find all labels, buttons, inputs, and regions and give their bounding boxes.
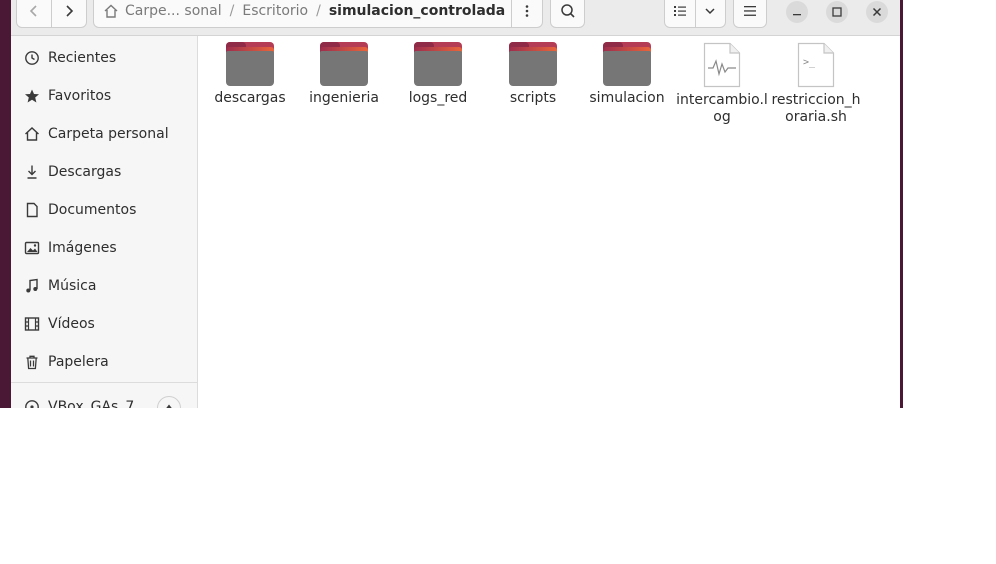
sidebar-item-papelera[interactable]: Papelera bbox=[11, 343, 197, 381]
image-icon bbox=[22, 240, 42, 256]
minimize-button[interactable] bbox=[786, 1, 808, 23]
chevron-down-icon bbox=[705, 8, 715, 15]
sidebar-item-label: Música bbox=[48, 278, 97, 294]
sidebar-item-carpeta-personal[interactable]: Carpeta personal bbox=[11, 115, 197, 153]
maximize-icon bbox=[832, 7, 842, 17]
eject-icon bbox=[166, 404, 172, 408]
disc-icon bbox=[22, 399, 42, 408]
navigation-buttons bbox=[16, 0, 87, 28]
folder-icon bbox=[320, 42, 368, 86]
sidebar-item-label: Documentos bbox=[48, 202, 137, 218]
sidebar-item-label: Imágenes bbox=[48, 240, 117, 256]
folder-icon bbox=[226, 42, 274, 86]
back-button[interactable] bbox=[17, 0, 51, 27]
file-name: intercambio.log bbox=[676, 92, 768, 125]
chevron-left-icon bbox=[29, 5, 37, 17]
search-button[interactable] bbox=[550, 0, 585, 28]
close-button[interactable] bbox=[866, 1, 888, 23]
script-file-icon: >_ bbox=[797, 42, 835, 88]
trash-icon bbox=[22, 354, 42, 370]
path-separator: / bbox=[316, 3, 321, 19]
sidebar-item-musica[interactable]: Música bbox=[11, 267, 197, 305]
file-view: descargas ingenieria logs_red scripts si… bbox=[198, 36, 900, 408]
header-bar: Carpe... sonal / Escritorio / simulacion… bbox=[11, 0, 900, 36]
list-view-button[interactable] bbox=[665, 0, 695, 27]
sidebar-item-label: VBox_GAs_7 bbox=[48, 399, 135, 408]
file-item-folder[interactable]: scripts bbox=[487, 42, 579, 107]
hamburger-menu-icon bbox=[744, 6, 756, 16]
file-name: logs_red bbox=[408, 90, 468, 106]
file-item-folder[interactable]: ingenieria bbox=[298, 42, 390, 107]
download-icon bbox=[22, 164, 42, 180]
sidebar-item-label: Carpeta personal bbox=[48, 126, 169, 142]
file-item-folder[interactable]: descargas bbox=[204, 42, 296, 107]
sidebar-item-imagenes[interactable]: Imágenes bbox=[11, 229, 197, 267]
home-icon[interactable] bbox=[103, 3, 119, 19]
log-file-icon bbox=[703, 42, 741, 88]
file-name: scripts bbox=[509, 90, 557, 106]
folder-icon bbox=[414, 42, 462, 86]
script-icon-glyph: >_ bbox=[803, 57, 816, 68]
file-item-folder[interactable]: logs_red bbox=[392, 42, 484, 107]
sidebar-item-descargas[interactable]: Descargas bbox=[11, 153, 197, 191]
close-icon bbox=[872, 7, 882, 17]
sidebar-item-recientes[interactable]: Recientes bbox=[11, 39, 197, 77]
file-name: simulacion bbox=[589, 90, 665, 106]
path-segment-home[interactable]: Carpe... sonal bbox=[119, 3, 228, 19]
vertical-dots-icon bbox=[525, 5, 529, 17]
file-item-folder[interactable]: simulacion bbox=[581, 42, 673, 107]
file-name: restriccion_horaria.sh bbox=[771, 92, 861, 125]
sidebar-item-documentos[interactable]: Documentos bbox=[11, 191, 197, 229]
path-separator: / bbox=[229, 3, 235, 19]
sidebar-item-favoritos[interactable]: Favoritos bbox=[11, 77, 197, 115]
desktop-background-right bbox=[900, 0, 903, 408]
desktop-background bbox=[0, 0, 11, 408]
sidebar-divider bbox=[11, 382, 197, 383]
sidebar-item-label: Descargas bbox=[48, 164, 122, 180]
star-icon bbox=[22, 88, 42, 104]
file-name: descargas bbox=[214, 90, 286, 106]
folder-icon bbox=[509, 42, 557, 86]
file-manager-window: Carpe... sonal / Escritorio / simulacion… bbox=[11, 0, 900, 408]
view-options-group bbox=[664, 0, 726, 28]
home-icon bbox=[22, 126, 42, 142]
list-view-icon bbox=[673, 6, 686, 16]
file-name: ingenieria bbox=[309, 90, 379, 106]
sidebar-item-label: Favoritos bbox=[48, 88, 112, 104]
path-segment-escritorio[interactable]: Escritorio bbox=[236, 3, 314, 19]
forward-button[interactable] bbox=[51, 0, 86, 27]
view-dropdown-button[interactable] bbox=[694, 0, 726, 27]
sidebar: Recientes Favoritos Carpeta personal Des… bbox=[11, 36, 198, 408]
folder-icon bbox=[603, 42, 651, 86]
path-segment-current[interactable]: simulacion_controlada bbox=[323, 3, 511, 19]
main-menu-button[interactable] bbox=[733, 0, 767, 28]
chevron-right-icon bbox=[66, 5, 74, 17]
minimize-icon bbox=[793, 14, 801, 16]
path-menu-button[interactable] bbox=[511, 0, 542, 27]
file-item-log[interactable]: intercambio.log bbox=[676, 42, 768, 126]
sidebar-item-label: Papelera bbox=[48, 354, 109, 370]
path-bar: Carpe... sonal / Escritorio / simulacion… bbox=[93, 0, 543, 28]
film-icon bbox=[22, 316, 42, 332]
music-icon bbox=[22, 278, 42, 294]
file-item-script[interactable]: >_ restriccion_horaria.sh bbox=[770, 42, 862, 126]
sidebar-item-label: Vídeos bbox=[48, 316, 95, 332]
maximize-button[interactable] bbox=[826, 1, 848, 23]
document-icon bbox=[22, 202, 42, 218]
clock-icon bbox=[22, 50, 42, 66]
sidebar-item-label: Recientes bbox=[48, 50, 117, 66]
sidebar-item-videos[interactable]: Vídeos bbox=[11, 305, 197, 343]
search-icon bbox=[560, 4, 575, 18]
